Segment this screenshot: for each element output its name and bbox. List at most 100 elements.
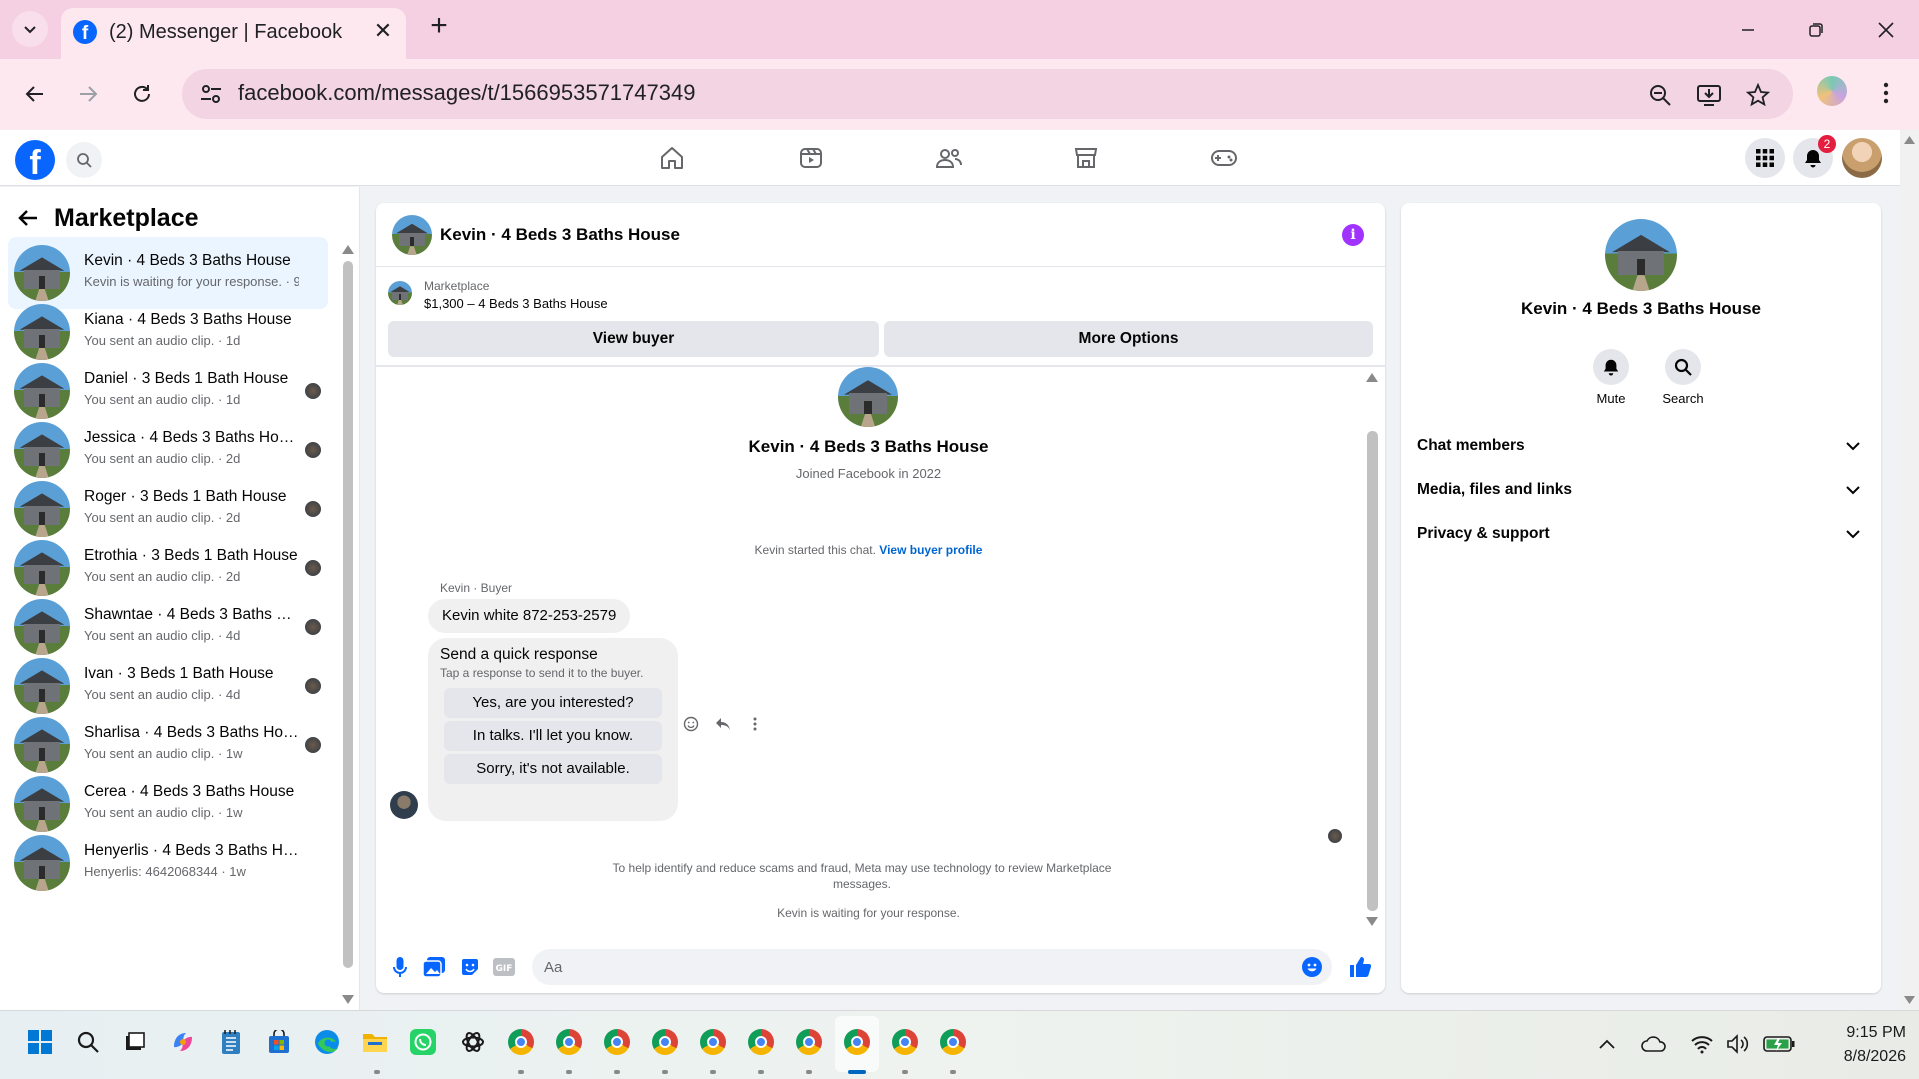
back-arrow-icon[interactable] (18, 209, 38, 227)
scroll-thumb[interactable] (343, 261, 353, 968)
account-avatar[interactable] (1842, 138, 1882, 178)
scroll-down-arrow-icon[interactable] (1366, 917, 1378, 926)
message-input[interactable] (544, 949, 1284, 985)
minimize-button[interactable] (1728, 10, 1768, 50)
scroll-up-arrow-icon[interactable] (1366, 373, 1378, 382)
chrome-window-button[interactable] (938, 1027, 968, 1057)
privacy-support-row[interactable]: Privacy & support (1417, 516, 1867, 552)
message-bubble[interactable]: Kevin white 872-253-2579 (428, 599, 631, 633)
menu-button[interactable] (1745, 138, 1785, 178)
nav-home[interactable] (652, 138, 692, 178)
chat-scrollbar[interactable] (1364, 367, 1380, 929)
reply-button[interactable] (714, 715, 732, 733)
conversation-item[interactable]: Henyerlis · 4 Beds 3 Baths House Henyerli… (8, 827, 328, 899)
browser-menu-button[interactable] (1872, 77, 1900, 109)
info-avatar[interactable] (1605, 219, 1677, 291)
volume-button[interactable] (1725, 1031, 1751, 1057)
copilot-button[interactable] (168, 1027, 198, 1057)
voice-clip-button[interactable] (388, 955, 412, 979)
listing-price-title[interactable]: $1,300 – 4 Beds 3 Baths House (424, 296, 608, 311)
nav-gaming[interactable] (1204, 138, 1244, 178)
back-button[interactable] (17, 76, 53, 112)
scroll-up-arrow-icon[interactable] (1904, 136, 1915, 144)
chat-members-row[interactable]: Chat members (1417, 428, 1867, 464)
buyer-profile-avatar[interactable] (838, 367, 898, 427)
notepad-button[interactable] (216, 1027, 246, 1057)
mute-action[interactable]: Mute (1581, 349, 1641, 406)
attach-media-button[interactable] (422, 955, 446, 979)
conversation-list-scrollbar[interactable] (342, 239, 354, 1007)
chrome-window-button[interactable] (650, 1027, 680, 1057)
scroll-down-arrow-icon[interactable] (1904, 996, 1915, 1004)
reload-button[interactable] (124, 76, 160, 112)
tab-close-icon[interactable]: ✕ (369, 17, 397, 45)
restore-button[interactable] (1796, 10, 1836, 50)
message-input-field[interactable] (532, 949, 1332, 985)
quick-response-option[interactable]: Sorry, it's not available. (444, 754, 662, 784)
new-tab-button[interactable]: + (424, 11, 454, 42)
scroll-thumb[interactable] (1367, 431, 1378, 911)
wifi-button[interactable] (1689, 1031, 1715, 1057)
onedrive-button[interactable] (1641, 1031, 1667, 1057)
nav-marketplace[interactable] (1066, 138, 1106, 178)
battery-button[interactable] (1762, 1031, 1796, 1057)
view-buyer-profile-link[interactable]: View buyer profile (879, 543, 982, 557)
chrome-window-button[interactable] (602, 1027, 632, 1057)
chrome-window-button[interactable] (890, 1027, 920, 1057)
bookmark-button[interactable] (1744, 81, 1772, 109)
page-scrollbar[interactable] (1900, 130, 1919, 1010)
more-message-actions-button[interactable] (746, 715, 764, 733)
conversation-info-icon[interactable]: i (1342, 224, 1364, 246)
browser-tab-messenger[interactable]: f (2) Messenger | Facebook ✕ (61, 8, 406, 59)
chrome-window-button[interactable] (506, 1027, 536, 1057)
emoji-picker-icon[interactable] (1302, 957, 1322, 977)
listing-thumbnail[interactable] (388, 281, 412, 305)
edge-button[interactable] (312, 1027, 342, 1057)
chatgpt-button[interactable] (458, 1027, 488, 1057)
site-settings-icon[interactable] (198, 81, 224, 107)
install-app-button[interactable] (1695, 81, 1723, 109)
more-options-button[interactable]: More Options (884, 321, 1373, 357)
address-bar[interactable]: facebook.com/messages/t/1566953571747349 (182, 69, 1793, 119)
search-in-conversation-button[interactable] (1665, 349, 1701, 385)
search-action[interactable]: Search (1653, 349, 1713, 406)
media-files-links-row[interactable]: Media, files and links (1417, 472, 1867, 508)
scroll-up-arrow-icon[interactable] (342, 245, 354, 254)
file-explorer-button[interactable] (360, 1027, 390, 1057)
chevron-down-icon (1845, 482, 1861, 498)
quick-response-option[interactable]: In talks. I'll let you know. (444, 721, 662, 751)
facebook-logo-icon[interactable]: f (15, 140, 55, 182)
store-button[interactable] (264, 1027, 294, 1057)
chat-header-avatar[interactable] (392, 215, 432, 255)
send-like-button[interactable] (1348, 955, 1372, 979)
show-hidden-icons-button[interactable] (1594, 1031, 1620, 1057)
facebook-search-button[interactable] (66, 142, 102, 178)
tab-search-button[interactable] (12, 11, 48, 47)
chrome-window-button[interactable] (794, 1027, 824, 1057)
nav-friends[interactable] (929, 138, 969, 178)
chat-title[interactable]: Kevin · 4 Beds 3 Baths House (440, 225, 680, 245)
mute-button[interactable] (1593, 349, 1629, 385)
start-button[interactable] (25, 1027, 55, 1057)
quick-response-option[interactable]: Yes, are you interested? (444, 688, 662, 718)
zoom-button[interactable] (1646, 81, 1674, 109)
chrome-window-button-active[interactable] (842, 1027, 872, 1057)
scroll-down-arrow-icon[interactable] (342, 995, 354, 1004)
sticker-button[interactable] (458, 955, 482, 979)
sender-avatar[interactable] (390, 791, 418, 819)
chrome-window-button[interactable] (554, 1027, 584, 1057)
close-window-button[interactable] (1866, 10, 1906, 50)
forward-button[interactable] (70, 76, 106, 112)
url-text[interactable]: facebook.com/messages/t/1566953571747349 (238, 80, 695, 106)
browser-profile-avatar[interactable] (1817, 76, 1847, 106)
react-button[interactable] (682, 715, 700, 733)
task-view-button[interactable] (120, 1027, 150, 1057)
nav-video[interactable] (791, 138, 831, 178)
gif-button[interactable]: GIF (492, 955, 516, 979)
whatsapp-button[interactable] (408, 1027, 438, 1057)
taskbar-search-button[interactable] (73, 1027, 103, 1057)
chrome-window-button[interactable] (698, 1027, 728, 1057)
chrome-window-button[interactable] (746, 1027, 776, 1057)
taskbar-clock[interactable]: 9:15 PM 8/8/2026 (1806, 1021, 1906, 1069)
view-buyer-button[interactable]: View buyer (388, 321, 879, 357)
